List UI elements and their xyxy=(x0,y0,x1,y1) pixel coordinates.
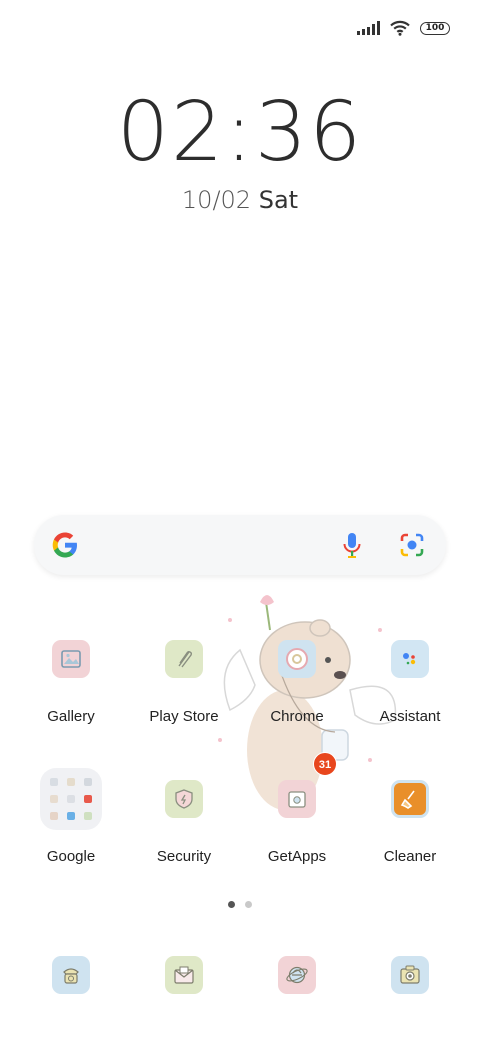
app-play-store[interactable]: Play Store xyxy=(128,640,240,725)
page-indicator[interactable] xyxy=(0,901,480,908)
notification-badge: 31 xyxy=(313,752,337,776)
app-label: Assistant xyxy=(379,708,441,725)
phone-icon[interactable] xyxy=(52,956,90,994)
app-assistant[interactable]: Assistant xyxy=(354,640,466,725)
gallery-icon xyxy=(52,640,90,678)
google-logo-icon[interactable] xyxy=(50,530,80,560)
clock-widget[interactable]: 02:36 xyxy=(0,92,480,174)
google-search-bar[interactable] xyxy=(34,515,446,575)
app-label: Chrome xyxy=(270,708,324,725)
messages-icon[interactable] xyxy=(165,956,203,994)
app-getapps[interactable]: 31 GetApps xyxy=(241,752,353,865)
google-folder-icon xyxy=(40,768,102,830)
cleaner-icon xyxy=(391,780,429,818)
camera-icon[interactable] xyxy=(391,956,429,994)
signal-icon xyxy=(357,21,380,35)
status-bar: 100 xyxy=(357,16,450,40)
app-label: GetApps xyxy=(267,848,327,865)
app-label: Google xyxy=(46,848,96,865)
app-label: Security xyxy=(156,848,212,865)
microphone-icon[interactable] xyxy=(340,530,364,560)
assistant-icon xyxy=(391,640,429,678)
app-label: Play Store xyxy=(149,708,219,725)
app-cleaner[interactable]: Cleaner xyxy=(354,780,466,865)
app-folder-google[interactable]: Google xyxy=(15,768,127,865)
app-gallery[interactable]: Gallery xyxy=(15,640,127,725)
app-label: Gallery xyxy=(47,708,95,725)
app-chrome[interactable]: Chrome xyxy=(241,640,353,725)
date-widget[interactable]: 10/02 Sat xyxy=(0,186,480,214)
page-dot-1[interactable] xyxy=(228,901,235,908)
play-store-icon xyxy=(165,640,203,678)
page-dot-2[interactable] xyxy=(245,901,252,908)
app-security[interactable]: Security xyxy=(128,780,240,865)
security-icon xyxy=(165,780,203,818)
chrome-icon xyxy=(278,640,316,678)
google-lens-icon[interactable] xyxy=(398,531,426,559)
date-weekday: Sat xyxy=(258,186,299,214)
getapps-icon xyxy=(278,780,316,818)
browser-icon[interactable] xyxy=(278,956,316,994)
date-day: 10/02 xyxy=(181,186,252,214)
battery-icon: 100 xyxy=(420,21,450,35)
wifi-icon xyxy=(390,20,410,36)
app-label: Cleaner xyxy=(383,848,437,865)
